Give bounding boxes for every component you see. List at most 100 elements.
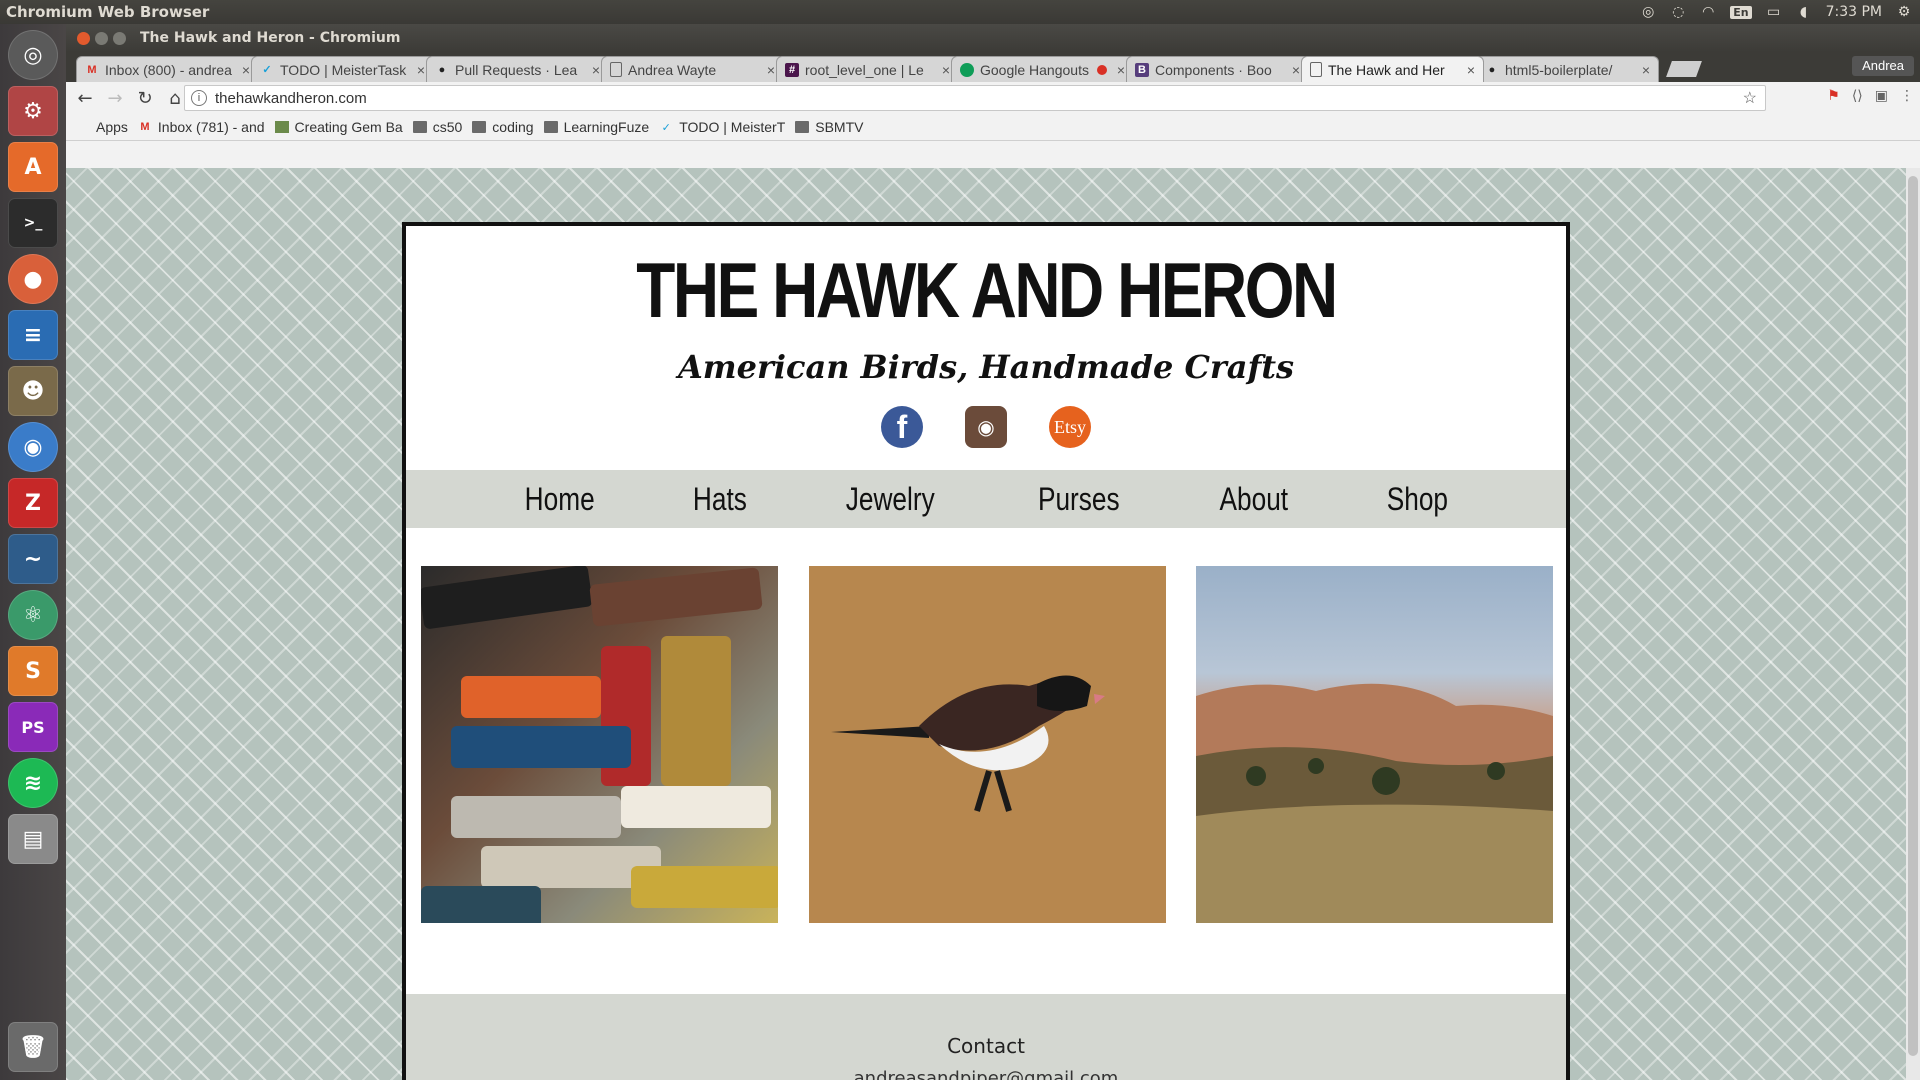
tab-gmail[interactable]: M Inbox (800) - andrea × xyxy=(76,56,259,82)
etsy-icon[interactable]: Etsy xyxy=(1049,406,1091,448)
writer-document-icon[interactable]: ≡ xyxy=(8,310,58,360)
terminal-icon[interactable]: >_ xyxy=(8,198,58,248)
minimize-window-button[interactable] xyxy=(95,31,108,45)
active-app-name: Chromium Web Browser xyxy=(6,3,210,21)
tab-strip: M Inbox (800) - andrea × ✓ TODO | Meiste… xyxy=(66,52,1920,82)
slack-icon: # xyxy=(785,62,799,77)
new-tab-button[interactable] xyxy=(1666,61,1702,77)
close-tab-icon[interactable]: × xyxy=(1467,62,1475,78)
bookmark-folder-coding[interactable]: coding xyxy=(472,119,534,135)
nav-purses[interactable]: Purses xyxy=(1038,481,1120,518)
close-tab-icon[interactable]: × xyxy=(417,62,425,78)
files-icon[interactable]: ▤ xyxy=(8,814,58,864)
extension-icons: ⚑ ⟨⟩ ▣ ⋮ xyxy=(1827,88,1914,104)
folder-icon xyxy=(543,121,558,133)
bookmark-gmail-inbox[interactable]: M Inbox (781) - and xyxy=(138,119,265,135)
back-arrow-icon[interactable]: ← xyxy=(74,87,96,109)
folder-icon xyxy=(472,121,487,133)
extension-flag-icon[interactable]: ⚑ xyxy=(1827,88,1840,104)
chromium-icon[interactable]: ◉ xyxy=(8,422,58,472)
sublime-text-icon[interactable]: S xyxy=(8,646,58,696)
tab-meistertask[interactable]: ✓ TODO | MeisterTask × xyxy=(251,56,434,82)
spotify-icon[interactable]: ≋ xyxy=(8,758,58,808)
filezilla-icon[interactable]: Z xyxy=(8,478,58,528)
dash-home-icon[interactable]: ◎ xyxy=(8,30,58,80)
bookmark-folder-learningfuze[interactable]: LearningFuze xyxy=(543,119,649,135)
page-icon xyxy=(274,121,289,133)
instagram-icon[interactable]: ◉ xyxy=(965,406,1007,448)
bookmark-creating-gem[interactable]: Creating Gem Ba xyxy=(274,119,403,135)
close-tab-icon[interactable]: × xyxy=(1642,62,1650,78)
close-window-button[interactable] xyxy=(77,31,90,45)
bulb-app-icon[interactable]: ● xyxy=(8,254,58,304)
nav-hats[interactable]: Hats xyxy=(692,481,746,518)
site-title: THE HAWK AND HERON xyxy=(636,246,1338,334)
folder-icon xyxy=(795,121,810,133)
bookmark-meistertask[interactable]: ✓ TODO | MeisterT xyxy=(659,119,786,135)
bird-craft-photo xyxy=(808,566,1166,923)
browser-window: The Hawk and Heron - Chromium M Inbox (8… xyxy=(66,24,1920,1080)
profile-button[interactable]: Andrea xyxy=(1852,56,1914,76)
forward-arrow-icon[interactable]: → xyxy=(104,87,126,109)
tab-hangouts[interactable]: Google Hangouts × xyxy=(951,56,1134,82)
wifi-icon[interactable]: ◠ xyxy=(1700,4,1716,20)
scrollbar-thumb[interactable] xyxy=(1908,176,1918,1056)
tab-bootstrap-components[interactable]: B Components · Boo × xyxy=(1126,56,1309,82)
settings-gear-icon[interactable]: ⚙ xyxy=(1896,4,1912,20)
address-bar-url[interactable]: thehawkandheron.com xyxy=(215,90,1743,107)
browser-toolbar: ← → ↻ ⌂ i thehawkandheron.com ☆ ⚑ ⟨⟩ ▣ ⋮ xyxy=(66,82,1920,114)
recording-indicator-icon xyxy=(1096,64,1107,75)
close-tab-icon[interactable]: × xyxy=(767,62,775,78)
nav-jewelry[interactable]: Jewelry xyxy=(846,481,935,518)
nav-about[interactable]: About xyxy=(1220,481,1289,518)
tab-label: Components · Boo xyxy=(1155,61,1272,78)
software-center-icon[interactable]: A xyxy=(8,142,58,192)
check-icon: ✓ xyxy=(262,64,272,76)
site-info-icon[interactable]: i xyxy=(191,90,207,106)
maximize-window-button[interactable] xyxy=(113,31,126,45)
close-tab-icon[interactable]: × xyxy=(242,62,250,78)
keyboard-layout-indicator[interactable]: En xyxy=(1730,5,1752,19)
bookmark-label: coding xyxy=(492,119,534,135)
battery-icon[interactable]: ▭ xyxy=(1766,4,1782,20)
address-bar[interactable]: i thehawkandheron.com ☆ xyxy=(184,85,1766,111)
system-settings-icon[interactable]: ⚙ xyxy=(8,86,58,136)
bulb-icon[interactable]: ◌ xyxy=(1670,4,1686,20)
close-tab-icon[interactable]: × xyxy=(1292,62,1300,78)
hangouts-icon xyxy=(960,62,974,77)
close-tab-icon[interactable]: × xyxy=(592,62,600,78)
volume-icon[interactable]: ◖ xyxy=(1796,4,1812,20)
reload-icon[interactable]: ↻ xyxy=(134,87,156,109)
clock[interactable]: 7:33 PM xyxy=(1826,4,1882,20)
bookmark-folder-sbmtv[interactable]: SBMTV xyxy=(795,119,863,135)
bookmark-star-icon[interactable]: ☆ xyxy=(1743,88,1757,108)
close-tab-icon[interactable]: × xyxy=(1117,62,1125,78)
extension-cb-icon[interactable]: ▣ xyxy=(1875,88,1888,104)
tab-html5-boilerplate[interactable]: ● html5-boilerplate/ × xyxy=(1476,56,1659,82)
system-tray: ◎ ◌ ◠ En ▭ ◖ 7:33 PM ⚙ xyxy=(1640,0,1912,24)
tab-hawk-and-heron[interactable]: The Hawk and Her × xyxy=(1301,56,1484,82)
check-icon: ✓ xyxy=(661,121,671,134)
nav-home[interactable]: Home xyxy=(525,481,595,518)
mysql-workbench-icon[interactable]: ~ xyxy=(8,534,58,584)
contact-heading: Contact xyxy=(947,1034,1025,1058)
atom-icon[interactable]: ⚛ xyxy=(8,590,58,640)
page-scrollbar[interactable] xyxy=(1906,168,1920,1080)
menu-kebab-icon[interactable]: ⋮ xyxy=(1900,88,1914,104)
home-icon[interactable]: ⌂ xyxy=(164,87,186,109)
extension-code-icon[interactable]: ⟨⟩ xyxy=(1852,88,1863,104)
phpstorm-icon[interactable]: PS xyxy=(8,702,58,752)
close-tab-icon[interactable]: × xyxy=(942,62,950,78)
nav-shop[interactable]: Shop xyxy=(1387,481,1448,518)
tab-pull-requests[interactable]: ● Pull Requests · Lea × xyxy=(426,56,609,82)
contact-email-link[interactable]: andreasandpiper@gmail.com xyxy=(406,1068,1566,1080)
trash-icon[interactable]: 🗑 xyxy=(8,1022,58,1072)
bookmark-folder-cs50[interactable]: cs50 xyxy=(412,119,462,135)
gimp-icon[interactable]: ☻ xyxy=(8,366,58,416)
notification-icon[interactable]: ◎ xyxy=(1640,4,1656,20)
tab-slack[interactable]: # root_level_one | Le × xyxy=(776,56,959,82)
tab-andrea-wayte[interactable]: Andrea Wayte × xyxy=(601,56,784,82)
bookmark-label: Inbox (781) - and xyxy=(157,119,265,135)
facebook-icon[interactable]: f xyxy=(881,406,923,448)
bookmark-apps[interactable]: Apps xyxy=(76,119,128,135)
